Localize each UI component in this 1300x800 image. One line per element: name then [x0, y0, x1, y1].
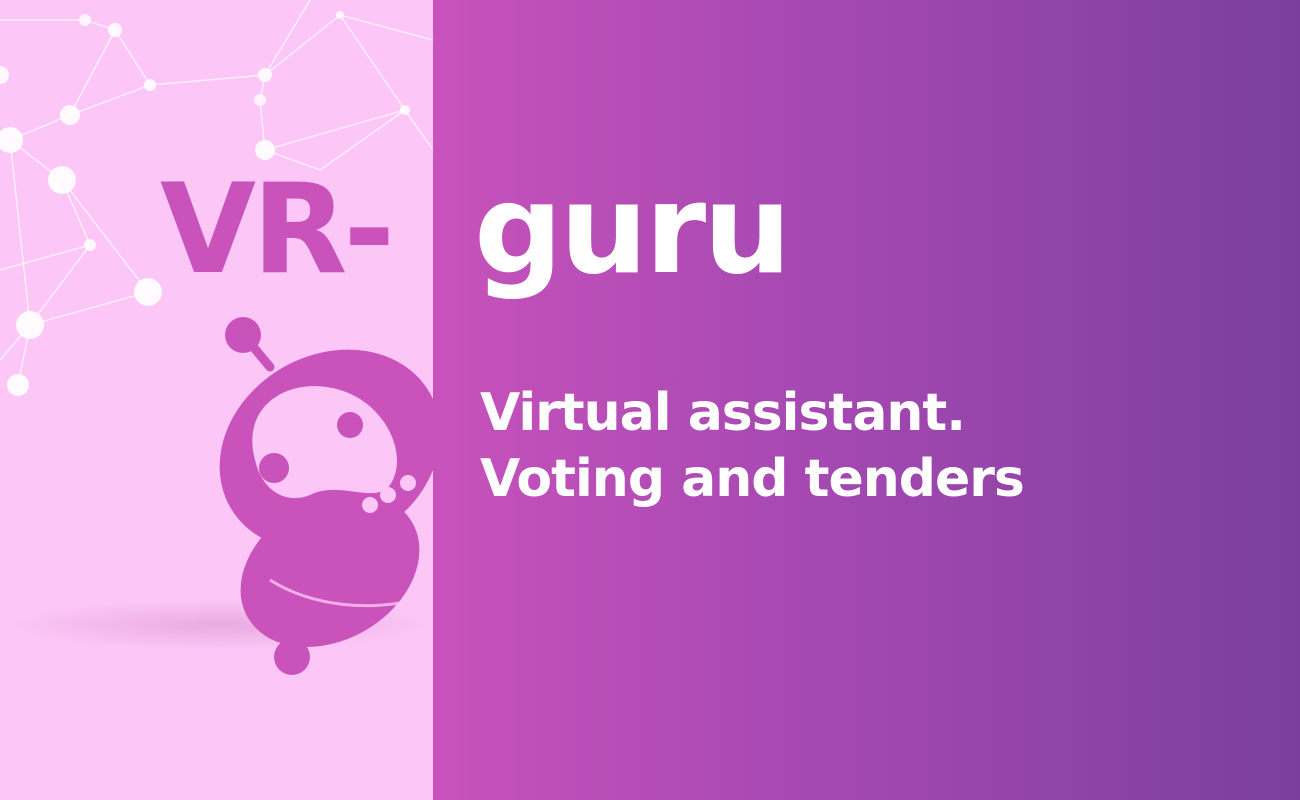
brand-prefix: VR-: [160, 158, 395, 302]
brand-name: guru: [474, 158, 791, 302]
robot-icon: [219, 317, 433, 675]
subtitle: Virtual assistant. Voting and tenders: [480, 380, 1025, 512]
subtitle-line-2: Voting and tenders: [480, 449, 1025, 509]
subtitle-line-1: Virtual assistant.: [480, 383, 966, 443]
